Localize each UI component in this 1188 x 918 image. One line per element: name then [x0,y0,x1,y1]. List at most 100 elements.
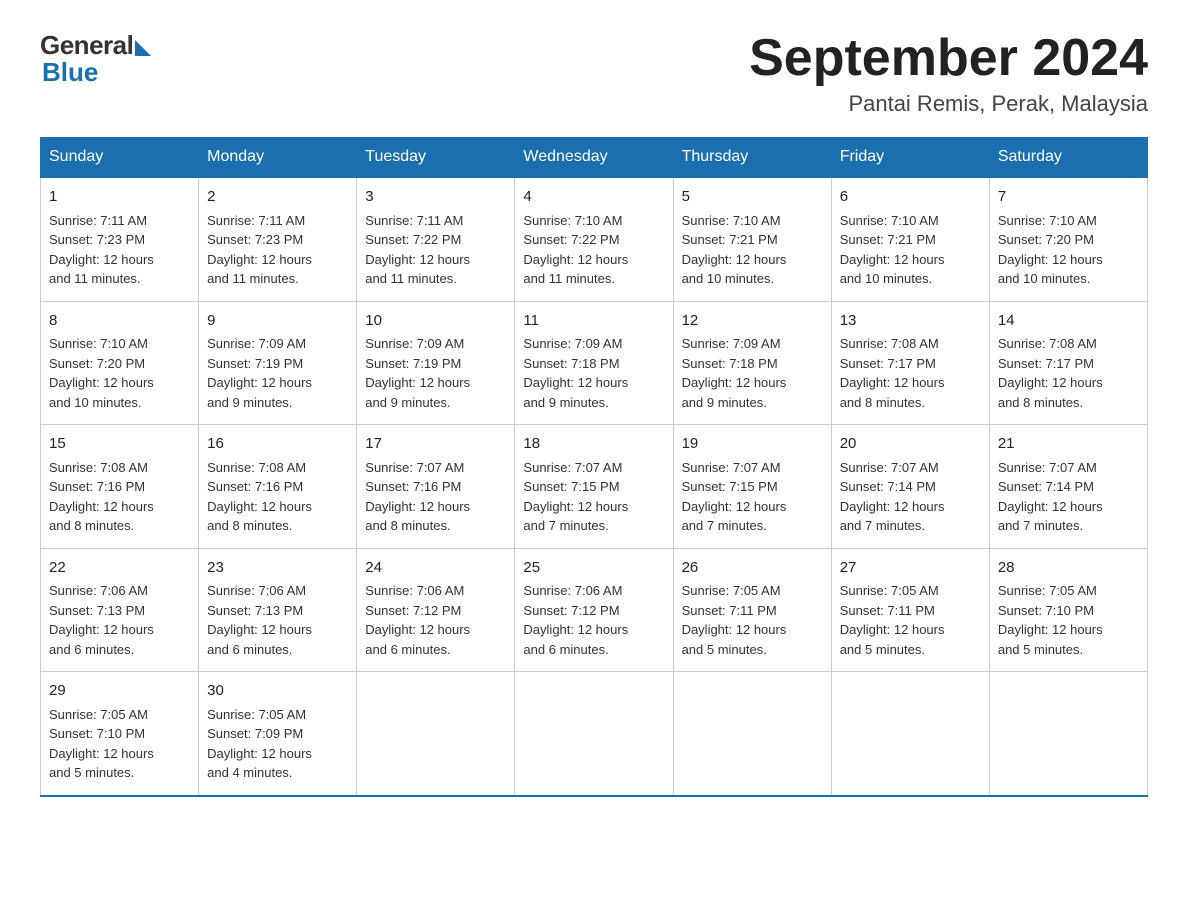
calendar-cell: 22 Sunrise: 7:06 AMSunset: 7:13 PMDaylig… [41,548,199,672]
day-info: Sunrise: 7:05 AMSunset: 7:10 PMDaylight:… [998,583,1103,657]
title-section: September 2024 Pantai Remis, Perak, Mala… [749,30,1148,117]
day-number: 21 [998,433,1139,456]
calendar-week-row: 29 Sunrise: 7:05 AMSunset: 7:10 PMDaylig… [41,672,1148,796]
calendar-week-row: 15 Sunrise: 7:08 AMSunset: 7:16 PMDaylig… [41,425,1148,549]
day-number: 2 [207,186,348,209]
day-info: Sunrise: 7:07 AMSunset: 7:14 PMDaylight:… [840,460,945,534]
day-number: 28 [998,557,1139,580]
day-number: 4 [523,186,664,209]
calendar-cell: 6 Sunrise: 7:10 AMSunset: 7:21 PMDayligh… [831,177,989,301]
page-header: General Blue September 2024 Pantai Remis… [40,30,1148,117]
day-number: 24 [365,557,506,580]
day-info: Sunrise: 7:11 AMSunset: 7:23 PMDaylight:… [207,213,312,287]
calendar-cell: 10 Sunrise: 7:09 AMSunset: 7:19 PMDaylig… [357,301,515,425]
calendar-cell: 1 Sunrise: 7:11 AMSunset: 7:23 PMDayligh… [41,177,199,301]
calendar-week-row: 22 Sunrise: 7:06 AMSunset: 7:13 PMDaylig… [41,548,1148,672]
day-number: 25 [523,557,664,580]
calendar-table: SundayMondayTuesdayWednesdayThursdayFrid… [40,137,1148,797]
calendar-cell: 8 Sunrise: 7:10 AMSunset: 7:20 PMDayligh… [41,301,199,425]
logo: General Blue [40,30,151,88]
day-info: Sunrise: 7:11 AMSunset: 7:22 PMDaylight:… [365,213,470,287]
calendar-cell: 18 Sunrise: 7:07 AMSunset: 7:15 PMDaylig… [515,425,673,549]
day-number: 16 [207,433,348,456]
calendar-cell [673,672,831,796]
day-info: Sunrise: 7:10 AMSunset: 7:21 PMDaylight:… [840,213,945,287]
calendar-cell: 12 Sunrise: 7:09 AMSunset: 7:18 PMDaylig… [673,301,831,425]
day-number: 23 [207,557,348,580]
calendar-cell: 20 Sunrise: 7:07 AMSunset: 7:14 PMDaylig… [831,425,989,549]
day-info: Sunrise: 7:05 AMSunset: 7:10 PMDaylight:… [49,707,154,781]
day-number: 10 [365,310,506,333]
day-number: 13 [840,310,981,333]
day-info: Sunrise: 7:06 AMSunset: 7:13 PMDaylight:… [207,583,312,657]
calendar-cell: 19 Sunrise: 7:07 AMSunset: 7:15 PMDaylig… [673,425,831,549]
calendar-cell: 2 Sunrise: 7:11 AMSunset: 7:23 PMDayligh… [199,177,357,301]
calendar-cell: 25 Sunrise: 7:06 AMSunset: 7:12 PMDaylig… [515,548,673,672]
calendar-cell [357,672,515,796]
calendar-week-row: 1 Sunrise: 7:11 AMSunset: 7:23 PMDayligh… [41,177,1148,301]
calendar-cell: 3 Sunrise: 7:11 AMSunset: 7:22 PMDayligh… [357,177,515,301]
day-number: 22 [49,557,190,580]
calendar-cell: 16 Sunrise: 7:08 AMSunset: 7:16 PMDaylig… [199,425,357,549]
location-text: Pantai Remis, Perak, Malaysia [749,91,1148,117]
day-info: Sunrise: 7:06 AMSunset: 7:13 PMDaylight:… [49,583,154,657]
calendar-cell: 30 Sunrise: 7:05 AMSunset: 7:09 PMDaylig… [199,672,357,796]
day-number: 29 [49,680,190,703]
day-info: Sunrise: 7:09 AMSunset: 7:18 PMDaylight:… [682,336,787,410]
day-info: Sunrise: 7:08 AMSunset: 7:17 PMDaylight:… [840,336,945,410]
day-number: 19 [682,433,823,456]
calendar-cell: 26 Sunrise: 7:05 AMSunset: 7:11 PMDaylig… [673,548,831,672]
logo-arrow-icon [135,40,151,56]
calendar-cell [515,672,673,796]
day-number: 7 [998,186,1139,209]
calendar-cell: 24 Sunrise: 7:06 AMSunset: 7:12 PMDaylig… [357,548,515,672]
day-info: Sunrise: 7:05 AMSunset: 7:11 PMDaylight:… [682,583,787,657]
day-number: 30 [207,680,348,703]
calendar-cell: 4 Sunrise: 7:10 AMSunset: 7:22 PMDayligh… [515,177,673,301]
day-info: Sunrise: 7:06 AMSunset: 7:12 PMDaylight:… [523,583,628,657]
calendar-week-row: 8 Sunrise: 7:10 AMSunset: 7:20 PMDayligh… [41,301,1148,425]
logo-blue-text: Blue [42,57,98,88]
weekday-header-saturday: Saturday [989,138,1147,178]
calendar-cell: 15 Sunrise: 7:08 AMSunset: 7:16 PMDaylig… [41,425,199,549]
calendar-cell: 13 Sunrise: 7:08 AMSunset: 7:17 PMDaylig… [831,301,989,425]
day-info: Sunrise: 7:08 AMSunset: 7:17 PMDaylight:… [998,336,1103,410]
calendar-cell: 28 Sunrise: 7:05 AMSunset: 7:10 PMDaylig… [989,548,1147,672]
day-info: Sunrise: 7:10 AMSunset: 7:22 PMDaylight:… [523,213,628,287]
day-number: 11 [523,310,664,333]
weekday-header-tuesday: Tuesday [357,138,515,178]
calendar-cell: 21 Sunrise: 7:07 AMSunset: 7:14 PMDaylig… [989,425,1147,549]
day-number: 8 [49,310,190,333]
day-number: 6 [840,186,981,209]
day-number: 18 [523,433,664,456]
calendar-cell: 9 Sunrise: 7:09 AMSunset: 7:19 PMDayligh… [199,301,357,425]
weekday-header-wednesday: Wednesday [515,138,673,178]
day-number: 12 [682,310,823,333]
day-info: Sunrise: 7:10 AMSunset: 7:20 PMDaylight:… [998,213,1103,287]
day-info: Sunrise: 7:07 AMSunset: 7:14 PMDaylight:… [998,460,1103,534]
day-number: 15 [49,433,190,456]
day-info: Sunrise: 7:11 AMSunset: 7:23 PMDaylight:… [49,213,154,287]
day-number: 17 [365,433,506,456]
calendar-cell: 29 Sunrise: 7:05 AMSunset: 7:10 PMDaylig… [41,672,199,796]
weekday-header-monday: Monday [199,138,357,178]
day-number: 27 [840,557,981,580]
day-info: Sunrise: 7:10 AMSunset: 7:21 PMDaylight:… [682,213,787,287]
month-title: September 2024 [749,30,1148,87]
day-number: 9 [207,310,348,333]
day-number: 3 [365,186,506,209]
calendar-cell: 23 Sunrise: 7:06 AMSunset: 7:13 PMDaylig… [199,548,357,672]
day-info: Sunrise: 7:08 AMSunset: 7:16 PMDaylight:… [207,460,312,534]
day-info: Sunrise: 7:09 AMSunset: 7:19 PMDaylight:… [207,336,312,410]
calendar-cell: 17 Sunrise: 7:07 AMSunset: 7:16 PMDaylig… [357,425,515,549]
day-info: Sunrise: 7:05 AMSunset: 7:09 PMDaylight:… [207,707,312,781]
calendar-cell [989,672,1147,796]
day-info: Sunrise: 7:07 AMSunset: 7:15 PMDaylight:… [682,460,787,534]
weekday-header-friday: Friday [831,138,989,178]
calendar-cell: 14 Sunrise: 7:08 AMSunset: 7:17 PMDaylig… [989,301,1147,425]
calendar-cell: 7 Sunrise: 7:10 AMSunset: 7:20 PMDayligh… [989,177,1147,301]
day-info: Sunrise: 7:10 AMSunset: 7:20 PMDaylight:… [49,336,154,410]
day-number: 26 [682,557,823,580]
day-number: 5 [682,186,823,209]
day-info: Sunrise: 7:05 AMSunset: 7:11 PMDaylight:… [840,583,945,657]
